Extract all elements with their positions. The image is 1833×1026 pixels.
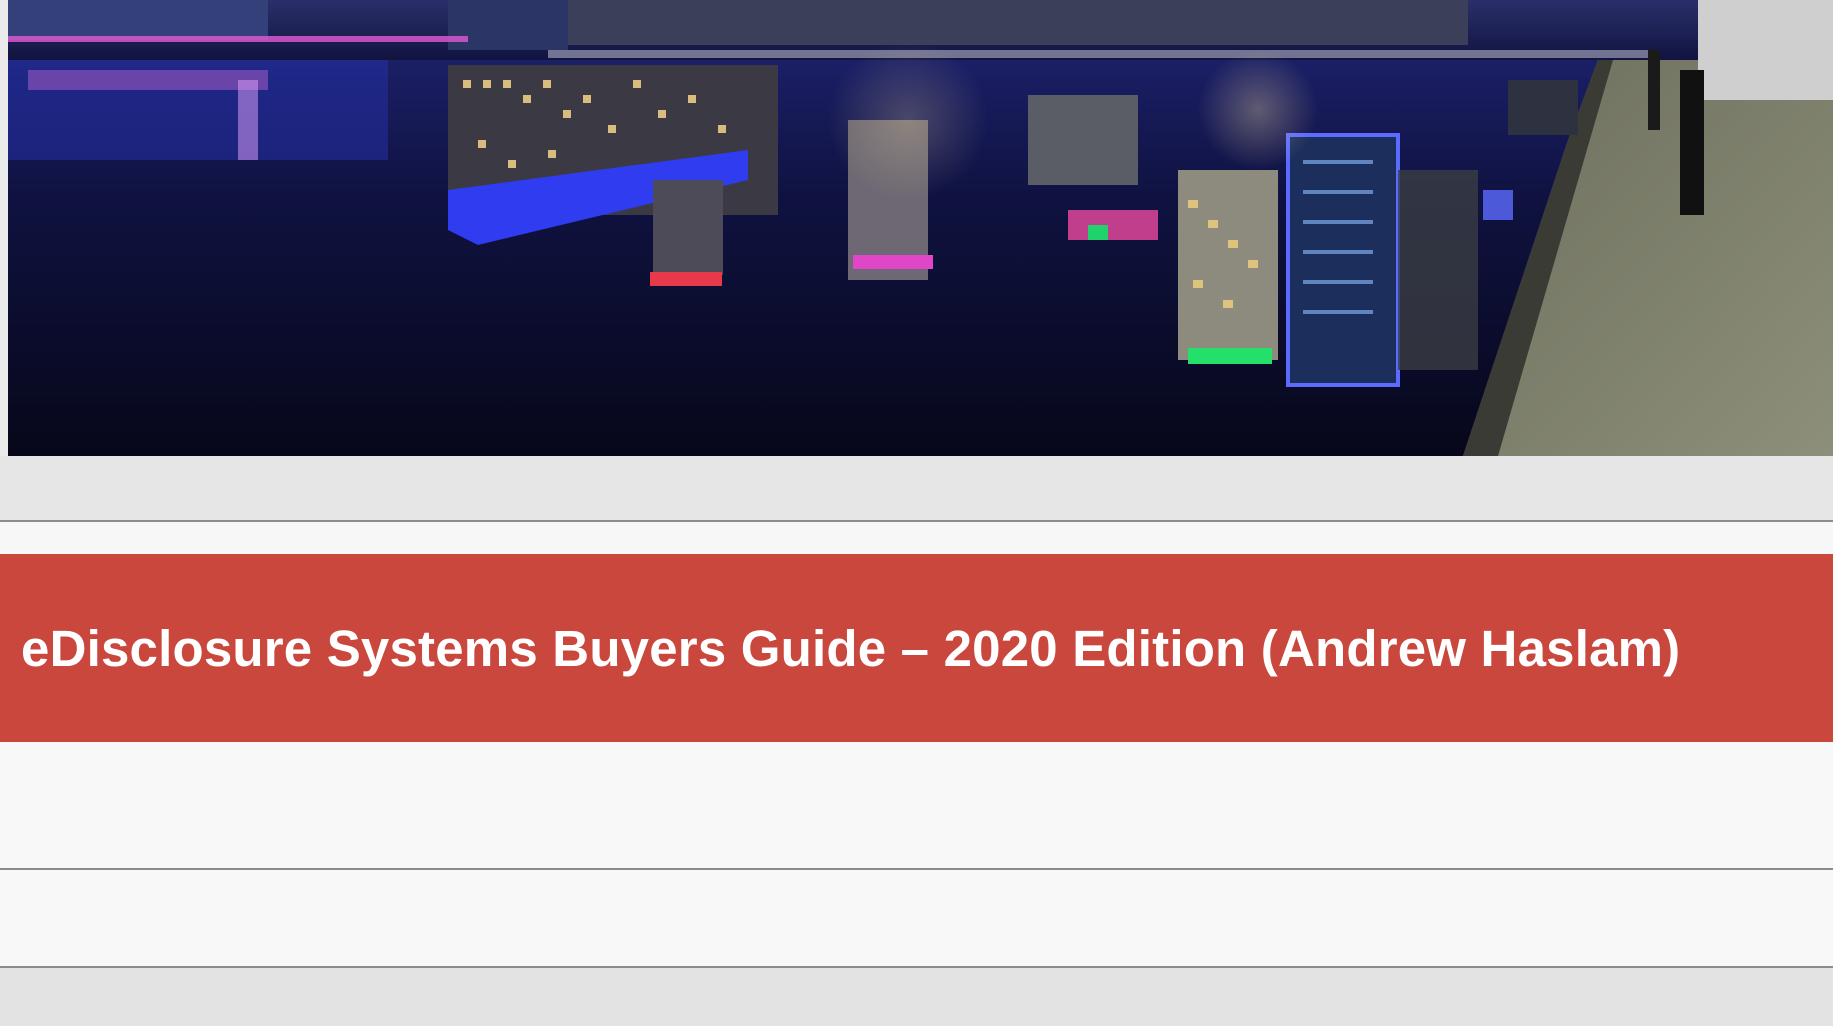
spacer-band xyxy=(0,522,1833,554)
title-banner: eDisclosure Systems Buyers Guide – 2020 … xyxy=(0,554,1833,742)
night-waterfront-reflection-photo xyxy=(8,0,1833,456)
empty-row xyxy=(0,870,1833,966)
page: eDisclosure Systems Buyers Guide – 2020 … xyxy=(0,0,1833,1026)
spacer-band xyxy=(0,456,1833,520)
hero-image xyxy=(8,0,1833,456)
page-title: eDisclosure Systems Buyers Guide – 2020 … xyxy=(21,619,1681,677)
empty-row xyxy=(0,742,1833,868)
footer-band xyxy=(0,968,1833,1026)
